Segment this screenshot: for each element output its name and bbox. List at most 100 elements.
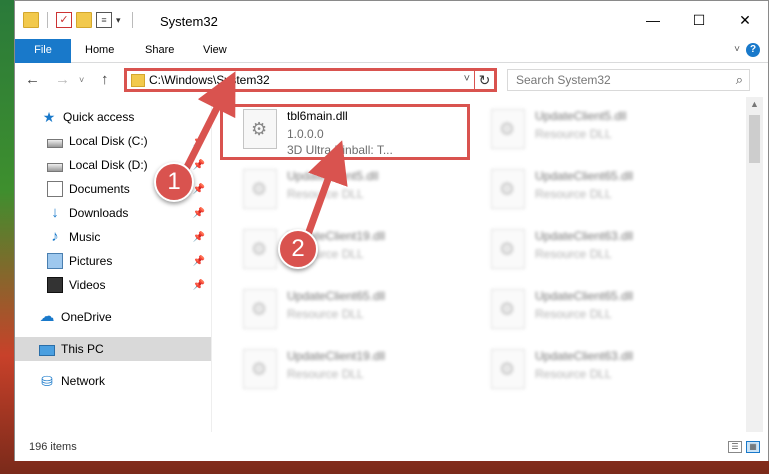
dll-file-icon (491, 289, 525, 329)
close-button[interactable]: ✕ (722, 1, 768, 39)
status-bar: 196 items ☰ ▦ (15, 437, 768, 461)
refresh-button[interactable]: ↻ (474, 70, 494, 90)
dll-file-icon (243, 349, 277, 389)
sidebar-item-downloads[interactable]: ↓ Downloads 📌 (15, 201, 211, 225)
search-input[interactable]: Search System32 ⌕ (507, 69, 750, 91)
file-tile[interactable]: UpdateClient65.dll Resource DLL (235, 283, 475, 341)
ribbon-tabs: File Home Share View ˅ ? (15, 39, 768, 63)
sidebar-item-label: Local Disk (D:) (69, 158, 148, 172)
pc-icon (39, 344, 55, 356)
star-icon: ★ (42, 109, 56, 125)
tab-home[interactable]: Home (71, 39, 128, 63)
vertical-scrollbar[interactable]: ▲ (746, 97, 763, 432)
file-name: UpdateClient5.dll (535, 109, 627, 123)
search-placeholder: Search System32 (516, 73, 611, 87)
pin-icon[interactable]: 📌 (193, 136, 205, 147)
dll-file-icon (491, 169, 525, 209)
file-tile[interactable]: UpdateClient19.dll Resource DLL (235, 343, 475, 401)
sidebar-item-onedrive[interactable]: ☁ OneDrive (15, 305, 211, 329)
title-bar: ✓ ≡ ▾ System32 — ☐ ✕ (15, 1, 768, 39)
toolbar-divider (47, 12, 48, 28)
cloud-icon: ☁ (39, 308, 55, 325)
pin-icon[interactable]: 📌 (193, 208, 205, 219)
scroll-up-icon[interactable]: ▲ (750, 99, 759, 109)
dll-file-icon (243, 169, 277, 209)
file-tile[interactable]: UpdateClient63.dll Resource DLL (483, 343, 723, 401)
explorer-window: ✓ ≡ ▾ System32 — ☐ ✕ File Home Share Vie… (14, 0, 769, 461)
item-count: 196 items (29, 441, 77, 453)
file-name: UpdateClient65.dll (535, 169, 634, 183)
window-title: System32 (160, 14, 218, 29)
file-type: Resource DLL (535, 367, 612, 381)
callout-step-2: 2 (278, 229, 318, 269)
up-button[interactable]: ↑ (101, 71, 109, 88)
minimize-button[interactable]: — (630, 1, 676, 39)
sidebar-item-network[interactable]: ⛁ Network (15, 369, 211, 393)
pin-icon[interactable]: 📌 (193, 232, 205, 243)
sidebar-item-label: Downloads (69, 206, 129, 220)
sidebar-item-videos[interactable]: Videos 📌 (15, 273, 211, 297)
folder-icon[interactable] (23, 12, 39, 28)
sidebar-item-music[interactable]: ♪ Music 📌 (15, 225, 211, 249)
navigation-pane: ★ Quick access Local Disk (C:) 📌 Local D… (15, 97, 212, 432)
folder-icon (131, 74, 145, 87)
disk-icon (47, 138, 63, 148)
file-tile[interactable]: UpdateClient19.dll Resource DLL (235, 223, 475, 281)
forward-button[interactable]: → (55, 71, 70, 88)
expand-ribbon-icon[interactable]: ˅ (734, 44, 740, 55)
disk-icon (47, 162, 63, 172)
customize-icon[interactable]: ≡ (96, 12, 112, 28)
pin-icon[interactable]: 📌 (193, 256, 205, 267)
details-view-icon[interactable]: ☰ (728, 441, 742, 453)
file-type: Resource DLL (535, 247, 612, 261)
recent-locations-icon[interactable]: ˅ (79, 75, 84, 85)
sidebar-item-local-disk-c[interactable]: Local Disk (C:) 📌 (15, 129, 211, 153)
back-button[interactable]: ← (25, 71, 40, 88)
file-tile[interactable]: UpdateClient65.dll Resource DLL (483, 283, 723, 341)
file-type: Resource DLL (535, 127, 612, 141)
address-path[interactable]: C:\Windows\System32 (149, 73, 270, 87)
sidebar-item-this-pc[interactable]: This PC (15, 337, 211, 361)
file-name: UpdateClient63.dll (535, 229, 634, 243)
file-name: UpdateClient65.dll (287, 289, 386, 303)
file-highlight-box (220, 104, 470, 160)
videos-icon (47, 277, 63, 293)
file-tile[interactable]: UpdateClient63.dll Resource DLL (483, 223, 723, 281)
tiles-view-icon[interactable]: ▦ (746, 441, 760, 453)
sidebar-item-label: OneDrive (61, 310, 112, 324)
window-controls: — ☐ ✕ (630, 1, 768, 39)
maximize-button[interactable]: ☐ (676, 1, 722, 39)
chevron-down-icon[interactable]: ▾ (116, 15, 124, 26)
document-icon (47, 181, 63, 197)
file-tile[interactable]: UpdateClient65.dll Resource DLL (483, 163, 723, 221)
search-icon[interactable]: ⌕ (736, 72, 743, 88)
sidebar-item-label: Pictures (69, 254, 113, 268)
navigation-bar: ← → ˅ ↑ C:\Windows\System32 ˅ ↻ Search S… (15, 63, 768, 97)
file-name: UpdateClient63.dll (535, 349, 634, 363)
address-dropdown-icon[interactable]: ˅ (464, 73, 470, 85)
dll-file-icon (243, 229, 277, 269)
dll-file-icon (243, 289, 277, 329)
file-tile[interactable]: UpdateClient5.dll Resource DLL (483, 103, 723, 161)
new-folder-icon[interactable] (76, 12, 92, 28)
file-tile[interactable]: UpdateClient5.dll Resource DLL (235, 163, 475, 221)
pin-icon[interactable]: 📌 (193, 184, 205, 195)
file-name: UpdateClient19.dll (287, 349, 386, 363)
sidebar-item-label: Documents (69, 182, 130, 196)
sidebar-item-quick-access[interactable]: ★ Quick access (15, 105, 211, 129)
sidebar-item-pictures[interactable]: Pictures 📌 (15, 249, 211, 273)
sidebar-item-label: Quick access (63, 110, 135, 124)
dll-file-icon (491, 109, 525, 149)
network-icon: ⛁ (41, 373, 53, 389)
help-icon[interactable]: ? (746, 43, 760, 57)
file-type: Resource DLL (287, 187, 364, 201)
pin-icon[interactable]: 📌 (193, 280, 205, 291)
tab-file[interactable]: File (15, 39, 71, 63)
scrollbar-thumb[interactable] (749, 115, 760, 163)
tab-share[interactable]: Share (131, 39, 188, 63)
tab-view[interactable]: View (189, 39, 241, 63)
toolbar-divider (132, 12, 133, 28)
pin-icon[interactable]: 📌 (193, 160, 205, 171)
properties-check-icon[interactable]: ✓ (56, 12, 72, 28)
address-bar[interactable]: C:\Windows\System32 ˅ ↻ (124, 68, 497, 92)
